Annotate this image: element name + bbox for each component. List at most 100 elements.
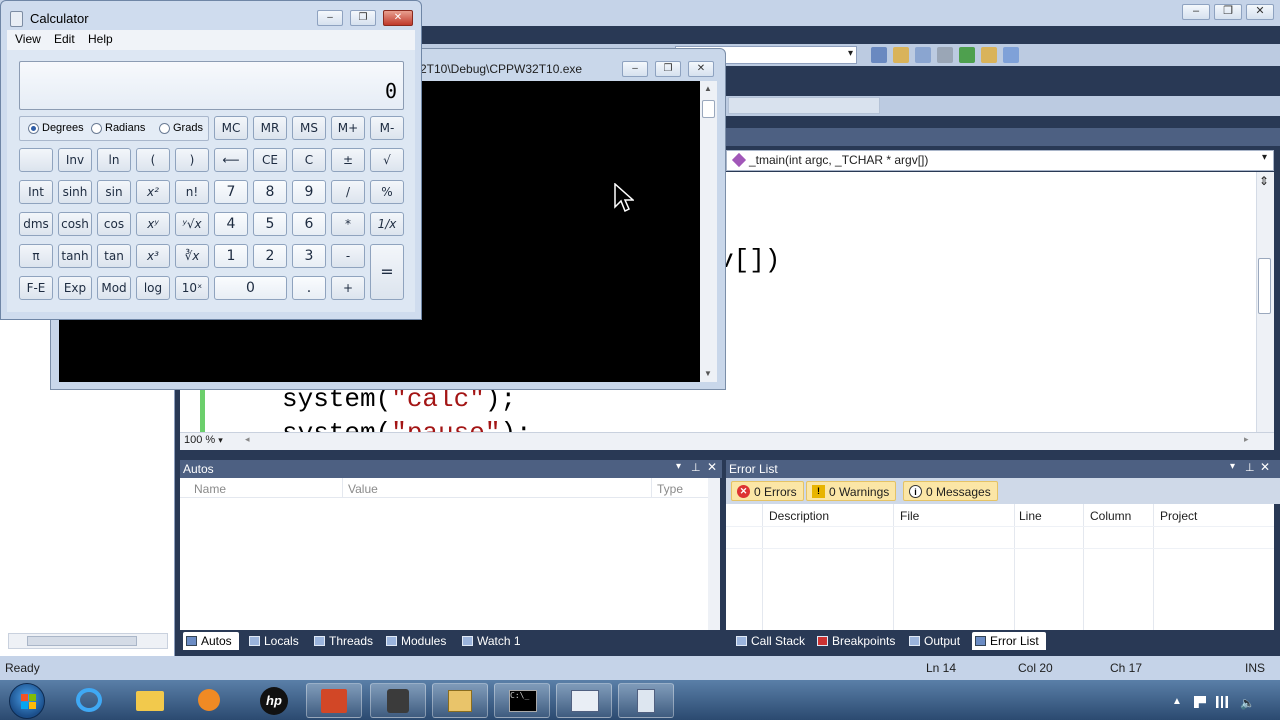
- vs-maximize-button[interactable]: ❐: [1214, 4, 1242, 20]
- divide-button[interactable]: /: [331, 180, 365, 204]
- errorlist-col-project[interactable]: Project: [1160, 509, 1197, 523]
- clear-entry-button[interactable]: CE: [253, 148, 287, 172]
- tab-error-list[interactable]: Error List: [972, 632, 1046, 650]
- taskbar-explorer[interactable]: [122, 683, 178, 718]
- errorlist-col-file[interactable]: File: [900, 509, 919, 523]
- add-button[interactable]: +: [331, 276, 365, 300]
- backspace-button[interactable]: ⟵: [214, 148, 248, 172]
- tab-locals[interactable]: Locals: [246, 632, 304, 650]
- tab-threads[interactable]: Threads: [311, 632, 377, 650]
- menu-help[interactable]: Help: [88, 32, 113, 46]
- cube-button[interactable]: x³: [136, 244, 170, 268]
- equals-button[interactable]: =: [370, 244, 404, 300]
- open-paren-button[interactable]: (: [136, 148, 170, 172]
- calc-minimize-button[interactable]: –: [317, 10, 343, 26]
- multiply-button[interactable]: *: [331, 212, 365, 236]
- radio-degrees[interactable]: Degrees: [28, 122, 84, 134]
- radio-radians[interactable]: Radians: [91, 122, 145, 134]
- vs-close-button[interactable]: ✕: [1246, 4, 1274, 20]
- tab-watch-1[interactable]: Watch 1: [459, 632, 525, 650]
- digit-6-button[interactable]: 6: [292, 212, 326, 236]
- zoom-combo[interactable]: 100 % ▾: [184, 434, 223, 446]
- find-icon[interactable]: [871, 47, 887, 63]
- taskbar-calculator[interactable]: [618, 683, 674, 718]
- console-scrollbar[interactable]: [700, 81, 717, 382]
- console-close-button[interactable]: ✕: [688, 61, 714, 77]
- negate-button[interactable]: ±: [331, 148, 365, 172]
- autos-col-type[interactable]: Type: [657, 482, 683, 496]
- taskbar-media-player[interactable]: [182, 683, 238, 718]
- percent-button[interactable]: %: [370, 180, 404, 204]
- digit-7-button[interactable]: 7: [214, 180, 248, 204]
- tab-output[interactable]: Output: [906, 632, 966, 650]
- digit-8-button[interactable]: 8: [253, 180, 287, 204]
- fe-button[interactable]: F-E: [19, 276, 53, 300]
- autos-scrollbar[interactable]: [708, 478, 720, 630]
- pow10-button[interactable]: 10ˣ: [175, 276, 209, 300]
- autos-close-icon[interactable]: ✕: [707, 460, 717, 474]
- digit-2-button[interactable]: 2: [253, 244, 287, 268]
- int-button[interactable]: Int: [19, 180, 53, 204]
- tanh-button[interactable]: tanh: [58, 244, 92, 268]
- digit-5-button[interactable]: 5: [253, 212, 287, 236]
- factorial-button[interactable]: n!: [175, 180, 209, 204]
- memory-add-button[interactable]: M+: [331, 116, 365, 140]
- network-icon[interactable]: [1216, 696, 1228, 708]
- scroll-left-icon[interactable]: ◂: [245, 434, 250, 445]
- tab-modules[interactable]: Modules: [383, 632, 451, 650]
- function-nav-combo[interactable]: _tmain(int argc, _TCHAR * argv[]): [726, 150, 1274, 171]
- close-paren-button[interactable]: ): [175, 148, 209, 172]
- digit-1-button[interactable]: 1: [214, 244, 248, 268]
- memory-subtract-button[interactable]: M-: [370, 116, 404, 140]
- console-scroll-thumb[interactable]: [702, 100, 715, 118]
- tab-call-stack[interactable]: Call Stack: [733, 632, 807, 650]
- scroll-thumb[interactable]: [27, 636, 137, 646]
- tab-autos[interactable]: Autos: [183, 632, 239, 650]
- square-button[interactable]: x²: [136, 180, 170, 204]
- solution-panel-scrollbar[interactable]: [8, 633, 168, 649]
- errorlist-col-column[interactable]: Column: [1090, 509, 1131, 523]
- warnings-filter-button[interactable]: ! 0 Warnings: [806, 481, 897, 501]
- autos-grid[interactable]: [180, 478, 720, 630]
- tab-breakpoints[interactable]: Breakpoints: [814, 632, 900, 650]
- digit-3-button[interactable]: 3: [292, 244, 326, 268]
- autos-col-name[interactable]: Name: [194, 482, 226, 496]
- exp-button[interactable]: Exp: [58, 276, 92, 300]
- sin-button[interactable]: sin: [97, 180, 131, 204]
- dms-button[interactable]: dms: [19, 212, 53, 236]
- scroll-right-icon[interactable]: ▸: [1244, 434, 1249, 445]
- calc-close-button[interactable]: ✕: [383, 10, 413, 26]
- yroot-button[interactable]: ʸ√x: [175, 212, 209, 236]
- errorlist-close-icon[interactable]: ✕: [1260, 460, 1270, 474]
- start-button[interactable]: [9, 683, 45, 719]
- autos-pin-icon[interactable]: ⊥: [691, 461, 701, 474]
- scroll-up-icon[interactable]: ▲: [704, 84, 712, 93]
- volume-icon[interactable]: 🔈: [1240, 696, 1255, 710]
- toolbox-icon[interactable]: [981, 47, 997, 63]
- pi-button[interactable]: π: [19, 244, 53, 268]
- taskbar-console[interactable]: C:\_: [494, 683, 550, 718]
- reciprocal-button[interactable]: 1/x: [370, 212, 404, 236]
- memory-recall-button[interactable]: MR: [253, 116, 287, 140]
- editor-hscroll[interactable]: [180, 432, 1274, 450]
- taskbar-visual-studio[interactable]: [432, 683, 488, 718]
- vs-minimize-button[interactable]: –: [1182, 4, 1210, 20]
- menu-view[interactable]: View: [15, 32, 41, 46]
- subtract-button[interactable]: -: [331, 244, 365, 268]
- power-button[interactable]: xʸ: [136, 212, 170, 236]
- blank-button[interactable]: [19, 148, 53, 172]
- digit-0-button[interactable]: 0: [214, 276, 287, 300]
- errorlist-col-line[interactable]: Line: [1019, 509, 1042, 523]
- taskbar-hp[interactable]: hp: [246, 683, 302, 718]
- digit-4-button[interactable]: 4: [214, 212, 248, 236]
- split-icon[interactable]: ⇕: [1259, 174, 1269, 188]
- ln-button[interactable]: ln: [97, 148, 131, 172]
- taskbar-internet-explorer[interactable]: [62, 683, 118, 718]
- sqrt-button[interactable]: √: [370, 148, 404, 172]
- log-button[interactable]: log: [136, 276, 170, 300]
- decimal-button[interactable]: .: [292, 276, 326, 300]
- scroll-down-icon[interactable]: ▼: [704, 369, 712, 378]
- vs-combo-2[interactable]: [728, 97, 880, 114]
- radio-grads[interactable]: Grads: [159, 122, 203, 134]
- properties-icon[interactable]: [915, 47, 931, 63]
